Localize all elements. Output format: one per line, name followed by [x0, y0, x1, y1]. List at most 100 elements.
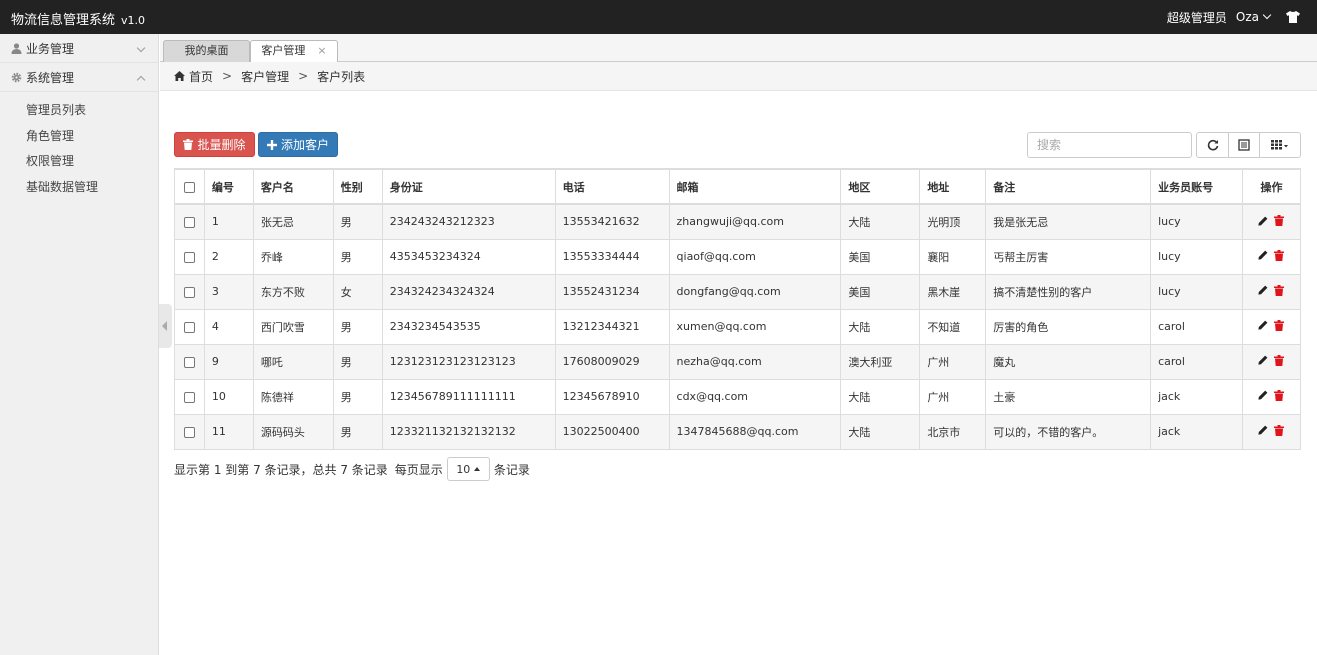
edit-icon[interactable]: [1258, 425, 1268, 435]
chevron-down-icon: [136, 43, 146, 53]
chevron-up-icon: [136, 75, 146, 85]
row-actions: [1241, 343, 1302, 380]
table-cell: 男: [332, 378, 383, 415]
tab-customer-management[interactable]: 客户管理 ×: [250, 40, 338, 63]
sidebar-collapse-handle[interactable]: [159, 304, 172, 348]
page-size-dropdown[interactable]: 10: [446, 457, 490, 481]
column-header[interactable]: 地区: [840, 168, 921, 205]
batch-delete-label: 批量删除: [197, 138, 246, 152]
columns-dropdown-button[interactable]: [1259, 132, 1301, 158]
batch-delete-button[interactable]: 批量删除: [174, 132, 255, 157]
table-cell: 4: [203, 308, 254, 345]
row-actions: [1241, 273, 1302, 310]
row-checkbox[interactable]: [183, 251, 195, 263]
refresh-button[interactable]: [1196, 132, 1229, 158]
table-cell: 234243243212323: [381, 203, 556, 240]
table-cell: 美国: [840, 238, 921, 275]
table-row[interactable]: 11 源码码头男 123321132132132132 13022500400 1347…: [174, 413, 1302, 450]
column-header[interactable]: 邮箱: [668, 168, 842, 205]
table-cell: 男: [332, 238, 383, 275]
search-input[interactable]: [1027, 132, 1192, 158]
table-header-row: 编号 客户名 性别 身份证 电话 邮箱 地区 地址 备注 业务员账号 操作: [174, 168, 1302, 205]
sidebar-item-base-data[interactable]: 基础数据管理: [0, 175, 158, 201]
table-row[interactable]: 9 哪吒男 123123123123123123 17608009029 nezha@q…: [174, 343, 1302, 380]
column-header[interactable]: 电话: [554, 168, 670, 205]
column-header[interactable]: 地址: [919, 168, 987, 205]
row-checkbox[interactable]: [183, 391, 195, 403]
delete-icon[interactable]: [1274, 249, 1285, 261]
table-cell: 13552431234: [554, 273, 670, 310]
breadcrumb-customer-list: 客户列表: [317, 69, 366, 84]
table-cell: 123123123123123123: [381, 343, 556, 380]
edit-icon[interactable]: [1258, 390, 1268, 400]
tshirt-icon[interactable]: [1286, 11, 1300, 23]
table-cell: 张无忌: [252, 203, 334, 240]
caret-up-icon: [474, 467, 481, 471]
breadcrumb-separator: >: [298, 69, 309, 83]
edit-icon[interactable]: [1258, 285, 1268, 295]
row-checkbox[interactable]: [183, 356, 195, 368]
sidebar-group-business[interactable]: 业务管理: [0, 34, 158, 63]
sidebar-item-permissions[interactable]: 权限管理: [0, 149, 158, 175]
table-row[interactable]: 10 陈德祥男 123456789111111111 12345678910 cdx@q…: [174, 378, 1302, 415]
table-cell: lucy: [1150, 238, 1243, 275]
plus-icon: [266, 139, 277, 150]
row-checkbox[interactable]: [183, 286, 195, 298]
toggle-view-button[interactable]: [1228, 132, 1260, 158]
select-all-checkbox[interactable]: [183, 181, 195, 193]
delete-icon[interactable]: [1274, 424, 1285, 436]
table-row[interactable]: 1 张无忌男 234243243212323 13553421632 zhangwuji…: [174, 203, 1302, 240]
edit-icon[interactable]: [1258, 355, 1268, 365]
sidebar-group-label: 业务管理: [26, 41, 75, 56]
delete-icon[interactable]: [1274, 389, 1285, 401]
column-header[interactable]: 备注: [985, 168, 1152, 205]
edit-icon[interactable]: [1258, 250, 1268, 260]
table-row[interactable]: 3 东方不败女 234324234324324 13552431234 dongfang…: [174, 273, 1302, 310]
column-header[interactable]: 身份证: [381, 168, 556, 205]
row-select-cell: [174, 238, 205, 275]
table-row[interactable]: 2 乔峰男 4353453234324 13553334444 qiaof@qq.com…: [174, 238, 1302, 275]
table-cell: lucy: [1150, 203, 1243, 240]
row-actions: [1241, 308, 1302, 345]
column-header[interactable]: 客户名: [252, 168, 334, 205]
sidebar-item-admin-list[interactable]: 管理员列表: [0, 98, 158, 124]
customer-table: 编号 客户名 性别 身份证 电话 邮箱 地区 地址 备注 业务员账号 操作 1张…: [174, 168, 1302, 450]
table-cell: 大陆: [840, 413, 921, 450]
add-customer-button[interactable]: 添加客户: [258, 132, 338, 157]
delete-icon[interactable]: [1274, 354, 1285, 366]
table-cell: 2343234543535: [381, 308, 556, 345]
close-icon[interactable]: ×: [317, 44, 326, 57]
row-actions: [1241, 413, 1302, 450]
row-checkbox[interactable]: [183, 216, 195, 228]
table-cell: xumen@qq.com: [668, 308, 842, 345]
delete-icon[interactable]: [1274, 319, 1285, 331]
sidebar-item-roles[interactable]: 角色管理: [0, 124, 158, 150]
select-all-cell: [174, 168, 205, 205]
column-header[interactable]: 性别: [332, 168, 383, 205]
column-header[interactable]: 业务员账号: [1150, 168, 1243, 205]
table-cell: 男: [332, 413, 383, 450]
row-select-cell: [174, 378, 205, 415]
delete-icon[interactable]: [1274, 284, 1285, 296]
edit-icon[interactable]: [1258, 216, 1268, 226]
tab-desktop[interactable]: 我的桌面: [163, 40, 250, 62]
user-menu[interactable]: Oza: [1235, 10, 1272, 24]
sidebar-group-system[interactable]: 系统管理: [0, 63, 158, 92]
edit-icon[interactable]: [1258, 320, 1268, 330]
breadcrumb-customer-management[interactable]: 客户管理: [241, 68, 289, 85]
column-header[interactable]: 编号: [203, 168, 254, 205]
table-cell: 1: [203, 203, 254, 240]
app-brand[interactable]: 物流信息管理系统 v1.0: [11, 9, 145, 28]
table-cell: 襄阳: [919, 238, 987, 275]
add-customer-label: 添加客户: [280, 138, 329, 152]
sidebar-group-label: 系统管理: [26, 70, 75, 85]
table-cell: 乔峰: [252, 238, 334, 275]
table-cell: 大陆: [840, 308, 921, 345]
user-name: Oza: [1235, 10, 1259, 24]
row-checkbox[interactable]: [183, 321, 195, 333]
table-cell: 男: [332, 343, 383, 380]
table-row[interactable]: 4 西门吹雪男 2343234543535 13212344321 xumen@qq.c…: [174, 308, 1302, 345]
delete-icon[interactable]: [1274, 215, 1285, 226]
breadcrumb-home[interactable]: 首页: [189, 68, 213, 85]
row-checkbox[interactable]: [183, 426, 195, 438]
